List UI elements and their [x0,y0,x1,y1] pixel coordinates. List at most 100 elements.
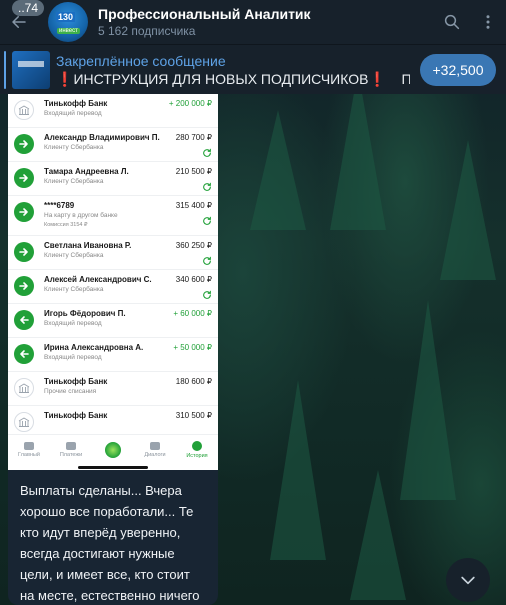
transaction-info: ****6789 На карту в другом банке Комиссия … [44,200,176,229]
transaction-amount: + 50 000 ₽ [173,343,212,352]
avatar-badge-number: 130 [56,12,76,22]
transaction-fee: Комиссия 3154 ₽ [44,222,88,228]
transaction-amount: 280 700 ₽ [175,133,212,142]
bank-icon [14,412,34,432]
channel-title: Профессиональный Аналитик [98,6,311,22]
transaction-info: Тамара Андреевна Л. Клиенту Сбербанка [44,166,176,187]
channel-avatar[interactable]: 130 инвест [48,2,88,42]
repeat-icon [202,213,212,231]
transaction-list: Тинькофф Банк Входящий перевод + 200 000 ₽… [8,94,218,440]
transaction-row: Светлана Ивановна Р. Клиенту Сбербанка 360… [8,236,218,270]
transaction-note: Клиенту Сбербанка [44,286,104,293]
pinned-text-block: Закреплённое сообщение ❗ИНСТРУКЦИЯ ДЛЯ Н… [56,52,410,88]
transaction-amount: 315 400 ₽ [175,201,212,210]
tree-decoration [250,110,306,230]
transaction-amount-block: + 60 000 ₽ [173,308,212,319]
transaction-amount-block: 180 600 ₽ [176,376,212,387]
transaction-amount-block: + 50 000 ₽ [173,342,212,353]
tab-sber [92,435,134,464]
arrow-right-icon [14,242,34,262]
transaction-amount: 360 250 ₽ [175,241,212,250]
transaction-amount-block: 210 500 ₽ [176,166,212,197]
scroll-down-button[interactable] [446,558,490,602]
sber-logo-icon [105,441,121,458]
transaction-row: Тинькофф Банк Прочие списания 180 600 ₽ [8,372,218,406]
transaction-info: Алексей Александрович С. Клиенту Сбербанк… [44,274,176,295]
search-button[interactable] [434,0,470,44]
home-indicator [78,466,148,469]
home-icon [24,441,34,450]
pinned-message-suffix: Пр... [401,70,410,87]
pinned-label: Закреплённое сообщение [56,52,226,69]
transaction-info: Александр Владимирович П. Клиенту Сбербан… [44,132,176,153]
transaction-note: Клиенту Сбербанка [44,178,104,185]
transaction-row: ****6789 На карту в другом банке Комиссия … [8,196,218,236]
transaction-name: Игорь Фёдорович П. [44,309,126,318]
transaction-info: Светлана Ивановна Р. Клиенту Сбербанка [44,240,176,261]
transaction-info: Игорь Фёдорович П. Входящий перевод [44,308,173,329]
tab-main: Главный [8,435,50,464]
tree-decoration [330,70,386,230]
transaction-note: Клиенту Сбербанка [44,144,104,151]
transaction-row: Алексей Александрович С. Клиенту Сбербанк… [8,270,218,304]
transaction-row: Тамара Андреевна Л. Клиенту Сбербанка 210 … [8,162,218,196]
transaction-note: Прочие списания [44,388,97,395]
transaction-row: Александр Владимирович П. Клиенту Сбербан… [8,128,218,162]
transaction-amount: 340 600 ₽ [175,275,212,284]
transaction-info: Тинькофф Банк [44,410,176,421]
search-icon [444,14,460,30]
bank-tab-bar: Главный Платежи Диалоги История [8,434,218,464]
transaction-name: ****6789 [44,201,75,210]
exclamation-icon: ❗ [56,70,74,87]
tab-label: Диалоги [144,451,166,458]
arrow-right-icon [14,134,34,154]
arrow-right-icon [14,202,34,222]
pinned-action-button[interactable]: +32,500 [420,53,496,86]
transaction-info: Ирина Александровна А. Входящий перевод [44,342,173,363]
repeat-icon [202,287,212,305]
transaction-note: Входящий перевод [44,354,102,361]
message-caption: Выплаты сделаны... Вчера хорошо все пора… [20,483,200,603]
back-button[interactable]: ..74 [0,0,45,44]
more-vertical-icon [486,15,490,29]
chat-header: ..74 130 инвест Профессиональный Аналити… [0,0,506,44]
repeat-icon [202,253,212,271]
transaction-amount-block: + 200 000 ₽ [169,98,212,109]
channel-info[interactable]: Профессиональный Аналитик 5 162 подписчи… [98,5,434,39]
transaction-amount: 310 500 ₽ [175,411,212,420]
transaction-amount-block: 315 400 ₽ [176,200,212,231]
tree-decoration [270,380,326,560]
tree-decoration [350,470,406,600]
exclamation-icon: ❗ [368,70,386,87]
pinned-thumbnail [12,50,50,89]
chevron-down-icon [461,576,475,585]
transaction-amount: + 200 000 ₽ [168,99,212,108]
screenshot-image[interactable]: Тинькофф Банк Входящий перевод + 200 000 ₽… [8,94,218,470]
payments-icon [66,441,76,450]
message-bubble[interactable]: Тинькофф Банк Входящий перевод + 200 000 ₽… [8,94,218,605]
pinned-message-body: ИНСТРУКЦИЯ ДЛЯ НОВЫХ ПОДПИСЧИКОВ [73,70,369,87]
subscriber-count: 5 162 подписчика [98,24,196,38]
transaction-amount: 210 500 ₽ [175,167,212,176]
pinned-message-bar[interactable]: Закреплённое сообщение ❗ИНСТРУКЦИЯ ДЛЯ Н… [0,44,506,94]
transaction-amount-block: 340 600 ₽ [176,274,212,305]
tab-dialogs: Диалоги [134,435,176,464]
transaction-amount-block: 280 700 ₽ [176,132,212,163]
tree-decoration [400,300,456,500]
arrow-left-icon [14,344,34,364]
transaction-name: Тамара Андреевна Л. [44,167,129,176]
tab-label: Платежи [59,451,83,458]
arrow-right-icon [14,276,34,296]
transaction-row: Тинькофф Банк Входящий перевод + 200 000 ₽ [8,94,218,128]
avatar-badge-text: инвест [57,28,80,34]
transaction-info: Тинькофф Банк Прочие списания [44,376,176,397]
unread-badge: ..74 [12,0,45,16]
arrow-left-icon [14,310,34,330]
chat-icon [150,441,160,450]
repeat-icon [202,145,212,163]
more-button[interactable] [470,0,506,44]
transaction-name: Тинькофф Банк [44,411,108,420]
transaction-note: Входящий перевод [44,320,102,327]
bank-icon [14,378,34,398]
arrow-right-icon [14,168,34,188]
